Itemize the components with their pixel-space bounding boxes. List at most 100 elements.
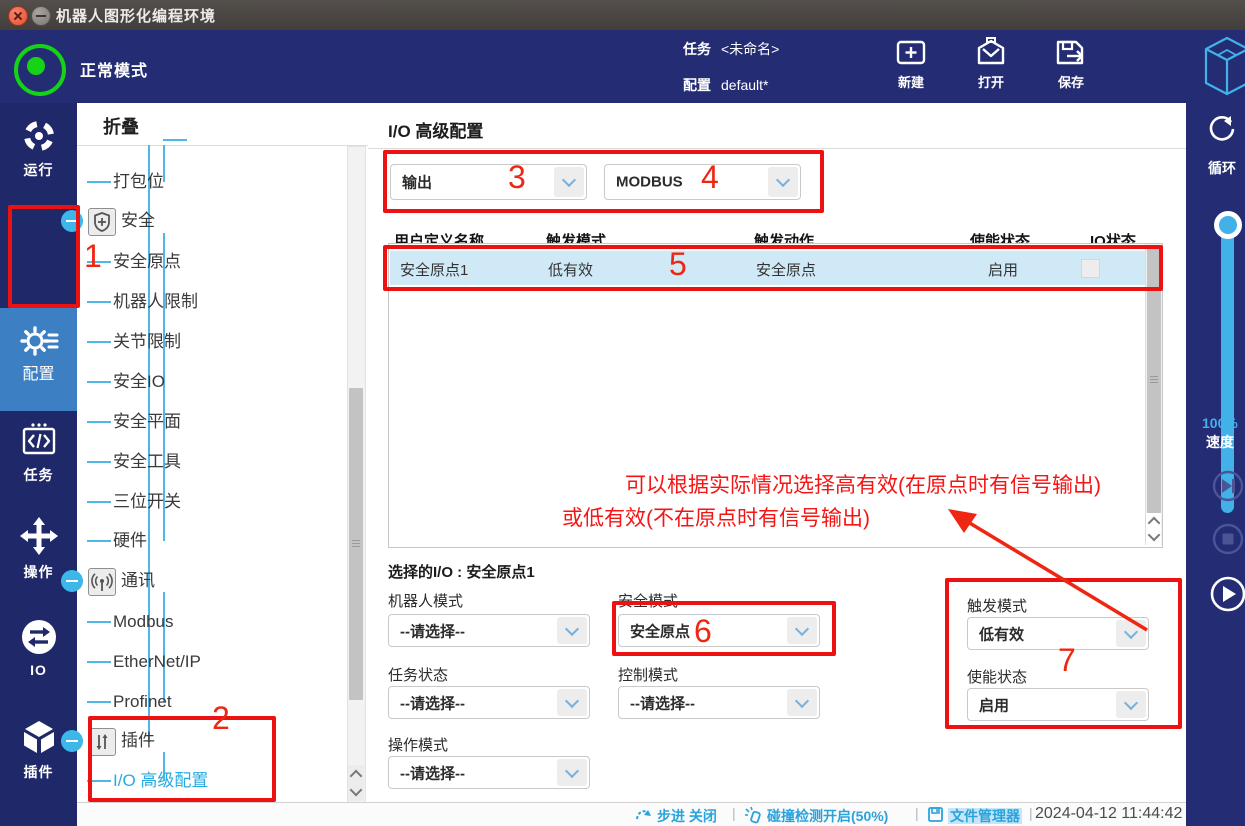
cell-trigger-action: 安全原点	[756, 259, 816, 280]
dropdown-button[interactable]	[557, 689, 587, 716]
io-direction-select[interactable]: 输出	[390, 164, 587, 200]
robot-mode-value: --请选择--	[400, 620, 465, 641]
sidebar-plugin-label: 插件	[0, 762, 77, 782]
dropdown-button[interactable]	[1116, 620, 1146, 647]
separator: |	[732, 805, 736, 821]
safety-mode-select[interactable]: 安全原点	[618, 614, 820, 647]
tree-collapse-header[interactable]: 折叠	[77, 103, 368, 146]
table-scrollbar-thumb[interactable]	[1147, 247, 1161, 513]
tree-collapse-node-icon[interactable]	[61, 210, 83, 232]
tree-item-ethernet-ip[interactable]: EtherNet/IP	[113, 649, 201, 675]
tree-collapse-node-icon[interactable]	[61, 570, 83, 592]
open-button[interactable]: 打开	[963, 36, 1019, 98]
tree-item-three-position-switch[interactable]: 三位开关	[113, 489, 181, 515]
chevron-down-icon	[795, 693, 809, 707]
shield-plus-icon	[88, 208, 116, 236]
window-minimize-button[interactable]	[31, 6, 51, 26]
new-button[interactable]: 新建	[883, 36, 939, 98]
sidebar-item-task[interactable]: 任务	[0, 421, 77, 485]
io-state-checkbox[interactable]	[1081, 259, 1100, 278]
enable-state-select[interactable]: 启用	[967, 688, 1149, 721]
tree-collapse-node-icon[interactable]	[61, 730, 83, 752]
gear-icon	[19, 322, 59, 360]
selected-io-label: 选择的I/O : 安全原点1	[388, 561, 535, 582]
dropdown-button[interactable]	[768, 167, 798, 197]
tree-item-packing-position[interactable]: 打包位	[113, 169, 164, 195]
loop-label: 循环	[1208, 158, 1236, 178]
dropdown-button[interactable]	[787, 617, 817, 644]
play-icon	[1209, 575, 1245, 613]
chevron-down-icon	[565, 621, 579, 635]
title-bar: 机器人图形化编程环境	[0, 0, 1245, 30]
annotation-line1: 可以根据实际情况选择高有效(在原点时有信号输出)	[625, 469, 1101, 499]
skip-next-icon	[1211, 469, 1245, 503]
header-bar: 正常模式 任务<未命名> 配置default* 新建 打开	[0, 30, 1245, 103]
dropdown-button[interactable]	[554, 167, 584, 197]
step-forward-button[interactable]	[1211, 469, 1245, 508]
window-close-button[interactable]	[8, 6, 28, 26]
page-title: I/O 高级配置	[388, 117, 483, 142]
chevron-down-icon	[1147, 529, 1160, 542]
io-direction-value: 输出	[402, 172, 432, 193]
config-name-row: 配置default*	[683, 75, 768, 95]
bus-type-select[interactable]: MODBUS	[604, 164, 801, 200]
step-mode-status[interactable]: 步进 关闭	[657, 806, 717, 826]
tree-item-modbus[interactable]: Modbus	[113, 609, 173, 635]
tree-item-safety-io[interactable]: 安全IO	[113, 369, 165, 395]
tree-item-hardware[interactable]: 硬件	[113, 528, 147, 554]
tree-item-joint-limits[interactable]: 关节限制	[113, 329, 181, 355]
sidebar-item-run[interactable]: 运行	[0, 118, 77, 180]
speed-value: 100%	[1202, 415, 1238, 431]
sidebar-item-config[interactable]: 配置	[0, 308, 77, 411]
table-scroll-down-button[interactable]	[1146, 529, 1161, 545]
save-button[interactable]: 保存	[1043, 36, 1099, 98]
operate-mode-select[interactable]: --请选择--	[388, 756, 590, 789]
sidebar-item-io[interactable]: IO	[0, 618, 77, 678]
tree-item-robot-limits[interactable]: 机器人限制	[113, 289, 198, 315]
file-manager-button[interactable]: 文件管理器	[948, 806, 1022, 826]
table-row-selected[interactable]: 安全原点1 低有效 安全原点 启用	[390, 251, 1146, 285]
save-button-label: 保存	[1043, 72, 1099, 91]
speed-slider-handle[interactable]	[1214, 211, 1242, 239]
stop-button[interactable]	[1211, 522, 1245, 561]
tree-scroll-up-button[interactable]	[348, 765, 364, 783]
chevron-down-icon	[562, 173, 576, 187]
run-icon	[21, 118, 57, 154]
table-scroll-up-button[interactable]	[1146, 513, 1161, 529]
cube-icon	[20, 718, 58, 756]
operate-mode-value: --请选择--	[400, 762, 465, 783]
trigger-mode-value: 低有效	[979, 623, 1024, 644]
tree-item-safety-tool[interactable]: 安全工具	[113, 449, 181, 475]
file-manager-icon	[927, 806, 944, 823]
control-mode-value: --请选择--	[630, 692, 695, 713]
tree-item-profinet[interactable]: Profinet	[113, 689, 172, 715]
tree-item-io-advanced-config[interactable]: I/O 高级配置	[113, 768, 208, 794]
collision-detect-icon	[745, 806, 763, 824]
play-button[interactable]	[1209, 575, 1245, 618]
dropdown-button[interactable]	[557, 617, 587, 644]
new-file-icon	[894, 36, 928, 70]
dropdown-button[interactable]	[787, 689, 817, 716]
tree-item-safety-planes[interactable]: 安全平面	[113, 409, 181, 435]
chevron-down-icon	[565, 763, 579, 777]
tree-scroll-down-button[interactable]	[348, 783, 364, 801]
divider	[368, 148, 1186, 149]
dropdown-button[interactable]	[1116, 691, 1146, 718]
antenna-icon	[88, 568, 116, 596]
task-value: <未命名>	[721, 41, 779, 57]
robot-mode-select[interactable]: --请选择--	[388, 614, 590, 647]
trigger-mode-select[interactable]: 低有效	[967, 617, 1149, 650]
tree-scrollbar-thumb[interactable]	[349, 388, 363, 700]
control-mode-select[interactable]: --请选择--	[618, 686, 820, 719]
cell-trigger-mode: 低有效	[548, 259, 593, 280]
tree-item-safety-home[interactable]: 安全原点	[113, 249, 181, 275]
task-label: 任务	[683, 41, 711, 57]
chevron-down-icon	[1124, 695, 1138, 709]
task-name-row: 任务 <未命名>	[683, 39, 779, 59]
dropdown-button[interactable]	[557, 759, 587, 786]
task-state-select[interactable]: --请选择--	[388, 686, 590, 719]
collision-detect-status[interactable]: 碰撞检测开启(50%)	[767, 806, 888, 826]
sliders-icon	[88, 728, 116, 756]
bus-type-value: MODBUS	[616, 174, 683, 191]
robot-mode-label: 机器人模式	[388, 590, 463, 611]
